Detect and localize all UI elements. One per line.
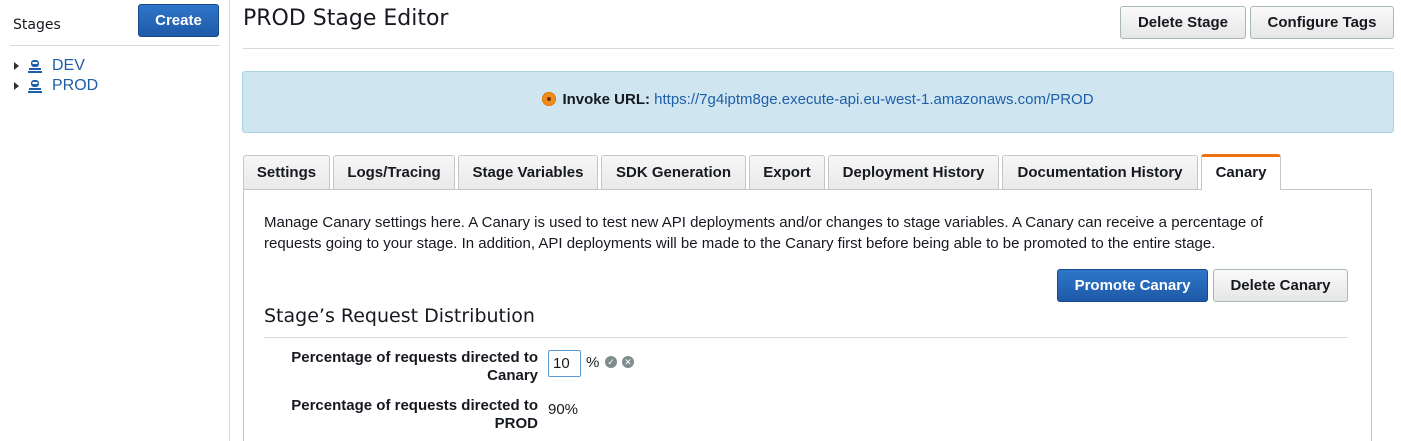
invoke-url-link[interactable]: https://7g4iptm8ge.execute-api.eu-west-1… bbox=[654, 91, 1093, 108]
tree-item-dev[interactable]: DEV bbox=[14, 56, 98, 76]
stage-icon bbox=[28, 80, 42, 93]
invoke-url-line: Invoke URL: https://7g4iptm8ge.execute-a… bbox=[243, 91, 1393, 108]
page-title: PROD Stage Editor bbox=[243, 6, 449, 31]
tree-item-prod[interactable]: PROD bbox=[14, 76, 98, 96]
stage-tree: DEV PROD bbox=[14, 56, 98, 96]
sidebar-header: Stages Create bbox=[10, 0, 220, 46]
canary-percentage-label: Percentage of requests directed to Canar… bbox=[291, 349, 538, 384]
delete-stage-button[interactable]: Delete Stage bbox=[1120, 6, 1246, 39]
section-divider bbox=[264, 337, 1348, 338]
invoke-url-label: Invoke URL: bbox=[562, 91, 650, 108]
stages-sidebar: Stages Create DEV PROD bbox=[0, 0, 230, 441]
percent-symbol: % bbox=[586, 354, 600, 371]
prod-percentage-label: Percentage of requests directed to PROD bbox=[291, 397, 538, 432]
tree-item-label: DEV bbox=[52, 57, 85, 74]
stage-icon bbox=[28, 60, 42, 73]
expand-caret-icon[interactable] bbox=[14, 82, 19, 90]
prod-percentage-value: 90% bbox=[548, 401, 579, 418]
sidebar-title: Stages bbox=[13, 17, 61, 33]
create-button[interactable]: Create bbox=[138, 4, 219, 37]
configure-tags-button[interactable]: Configure Tags bbox=[1250, 6, 1394, 39]
tab-deployment-history[interactable]: Deployment History bbox=[828, 155, 999, 189]
tab-stage-variables[interactable]: Stage Variables bbox=[458, 155, 598, 189]
tab-sdk-generation[interactable]: SDK Generation bbox=[601, 155, 746, 189]
section-title: Stage’s Request Distribution bbox=[264, 305, 535, 327]
canary-description: Manage Canary settings here. A Canary is… bbox=[264, 214, 1263, 252]
cancel-x-icon[interactable]: ✕ bbox=[622, 356, 634, 368]
confirm-check-icon[interactable]: ✓ bbox=[605, 356, 617, 368]
tab-logs-tracing[interactable]: Logs/Tracing bbox=[333, 155, 455, 189]
tab-export[interactable]: Export bbox=[749, 155, 825, 189]
expand-caret-icon[interactable] bbox=[14, 62, 19, 70]
app-root: Stages Create DEV PROD PROD Stage Editor… bbox=[0, 0, 1401, 441]
canary-percentage-input[interactable]: 10 bbox=[548, 350, 581, 377]
promote-canary-button[interactable]: Promote Canary bbox=[1057, 269, 1208, 302]
invoke-url-banner: Invoke URL: https://7g4iptm8ge.execute-a… bbox=[242, 71, 1394, 133]
tab-documentation-history[interactable]: Documentation History bbox=[1002, 155, 1198, 189]
tab-settings[interactable]: Settings bbox=[243, 155, 330, 189]
tab-canary[interactable]: Canary bbox=[1201, 154, 1281, 190]
tree-item-label: PROD bbox=[52, 77, 99, 94]
header-divider bbox=[243, 48, 1394, 49]
status-dot-icon bbox=[542, 92, 557, 106]
delete-canary-button[interactable]: Delete Canary bbox=[1213, 269, 1348, 302]
